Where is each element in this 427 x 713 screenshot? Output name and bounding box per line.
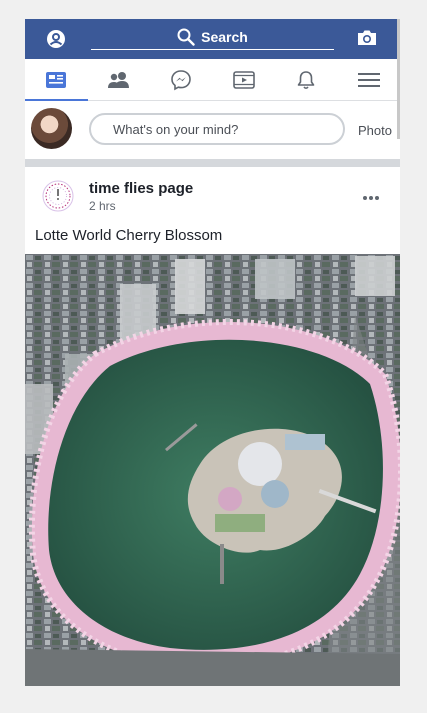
page-avatar[interactable] [42, 180, 74, 212]
tab-watch[interactable] [213, 59, 276, 100]
more-options-icon[interactable] [361, 189, 381, 200]
post-header: time flies page 2 hrs [25, 167, 400, 225]
tab-menu[interactable] [338, 59, 401, 100]
tab-bar [25, 59, 400, 101]
avatar[interactable] [31, 108, 72, 149]
tab-friends[interactable] [88, 59, 151, 100]
page-name[interactable]: time flies page [89, 180, 193, 197]
feed-divider [25, 159, 400, 167]
camera-icon[interactable] [356, 29, 378, 47]
photo-button[interactable]: Photo [358, 123, 392, 138]
top-bar: Search [25, 19, 400, 59]
hamburger-menu-icon [357, 72, 380, 87]
profile-icon[interactable] [46, 29, 66, 49]
bell-icon [297, 70, 315, 89]
tab-notifications[interactable] [275, 59, 338, 100]
news-feed-icon [46, 71, 67, 88]
video-icon [232, 70, 255, 89]
post-timestamp[interactable]: 2 hrs [89, 199, 116, 213]
post-caption: Lotte World Cherry Blossom [35, 227, 223, 244]
post-photo[interactable] [25, 254, 400, 686]
mobile-viewport: Search What's on your mind? Photo time f… [25, 19, 400, 686]
status-placeholder: What's on your mind? [113, 121, 239, 137]
search-bar[interactable]: Search [91, 25, 334, 50]
messenger-icon [171, 69, 192, 90]
search-icon [177, 28, 195, 46]
tab-news-feed[interactable] [25, 59, 88, 101]
search-label: Search [201, 29, 248, 45]
friends-icon [107, 71, 129, 88]
post-composer: What's on your mind? Photo [25, 101, 400, 159]
tab-messenger[interactable] [150, 59, 213, 100]
scrollbar[interactable] [397, 19, 400, 139]
status-input[interactable]: What's on your mind? [89, 113, 345, 145]
